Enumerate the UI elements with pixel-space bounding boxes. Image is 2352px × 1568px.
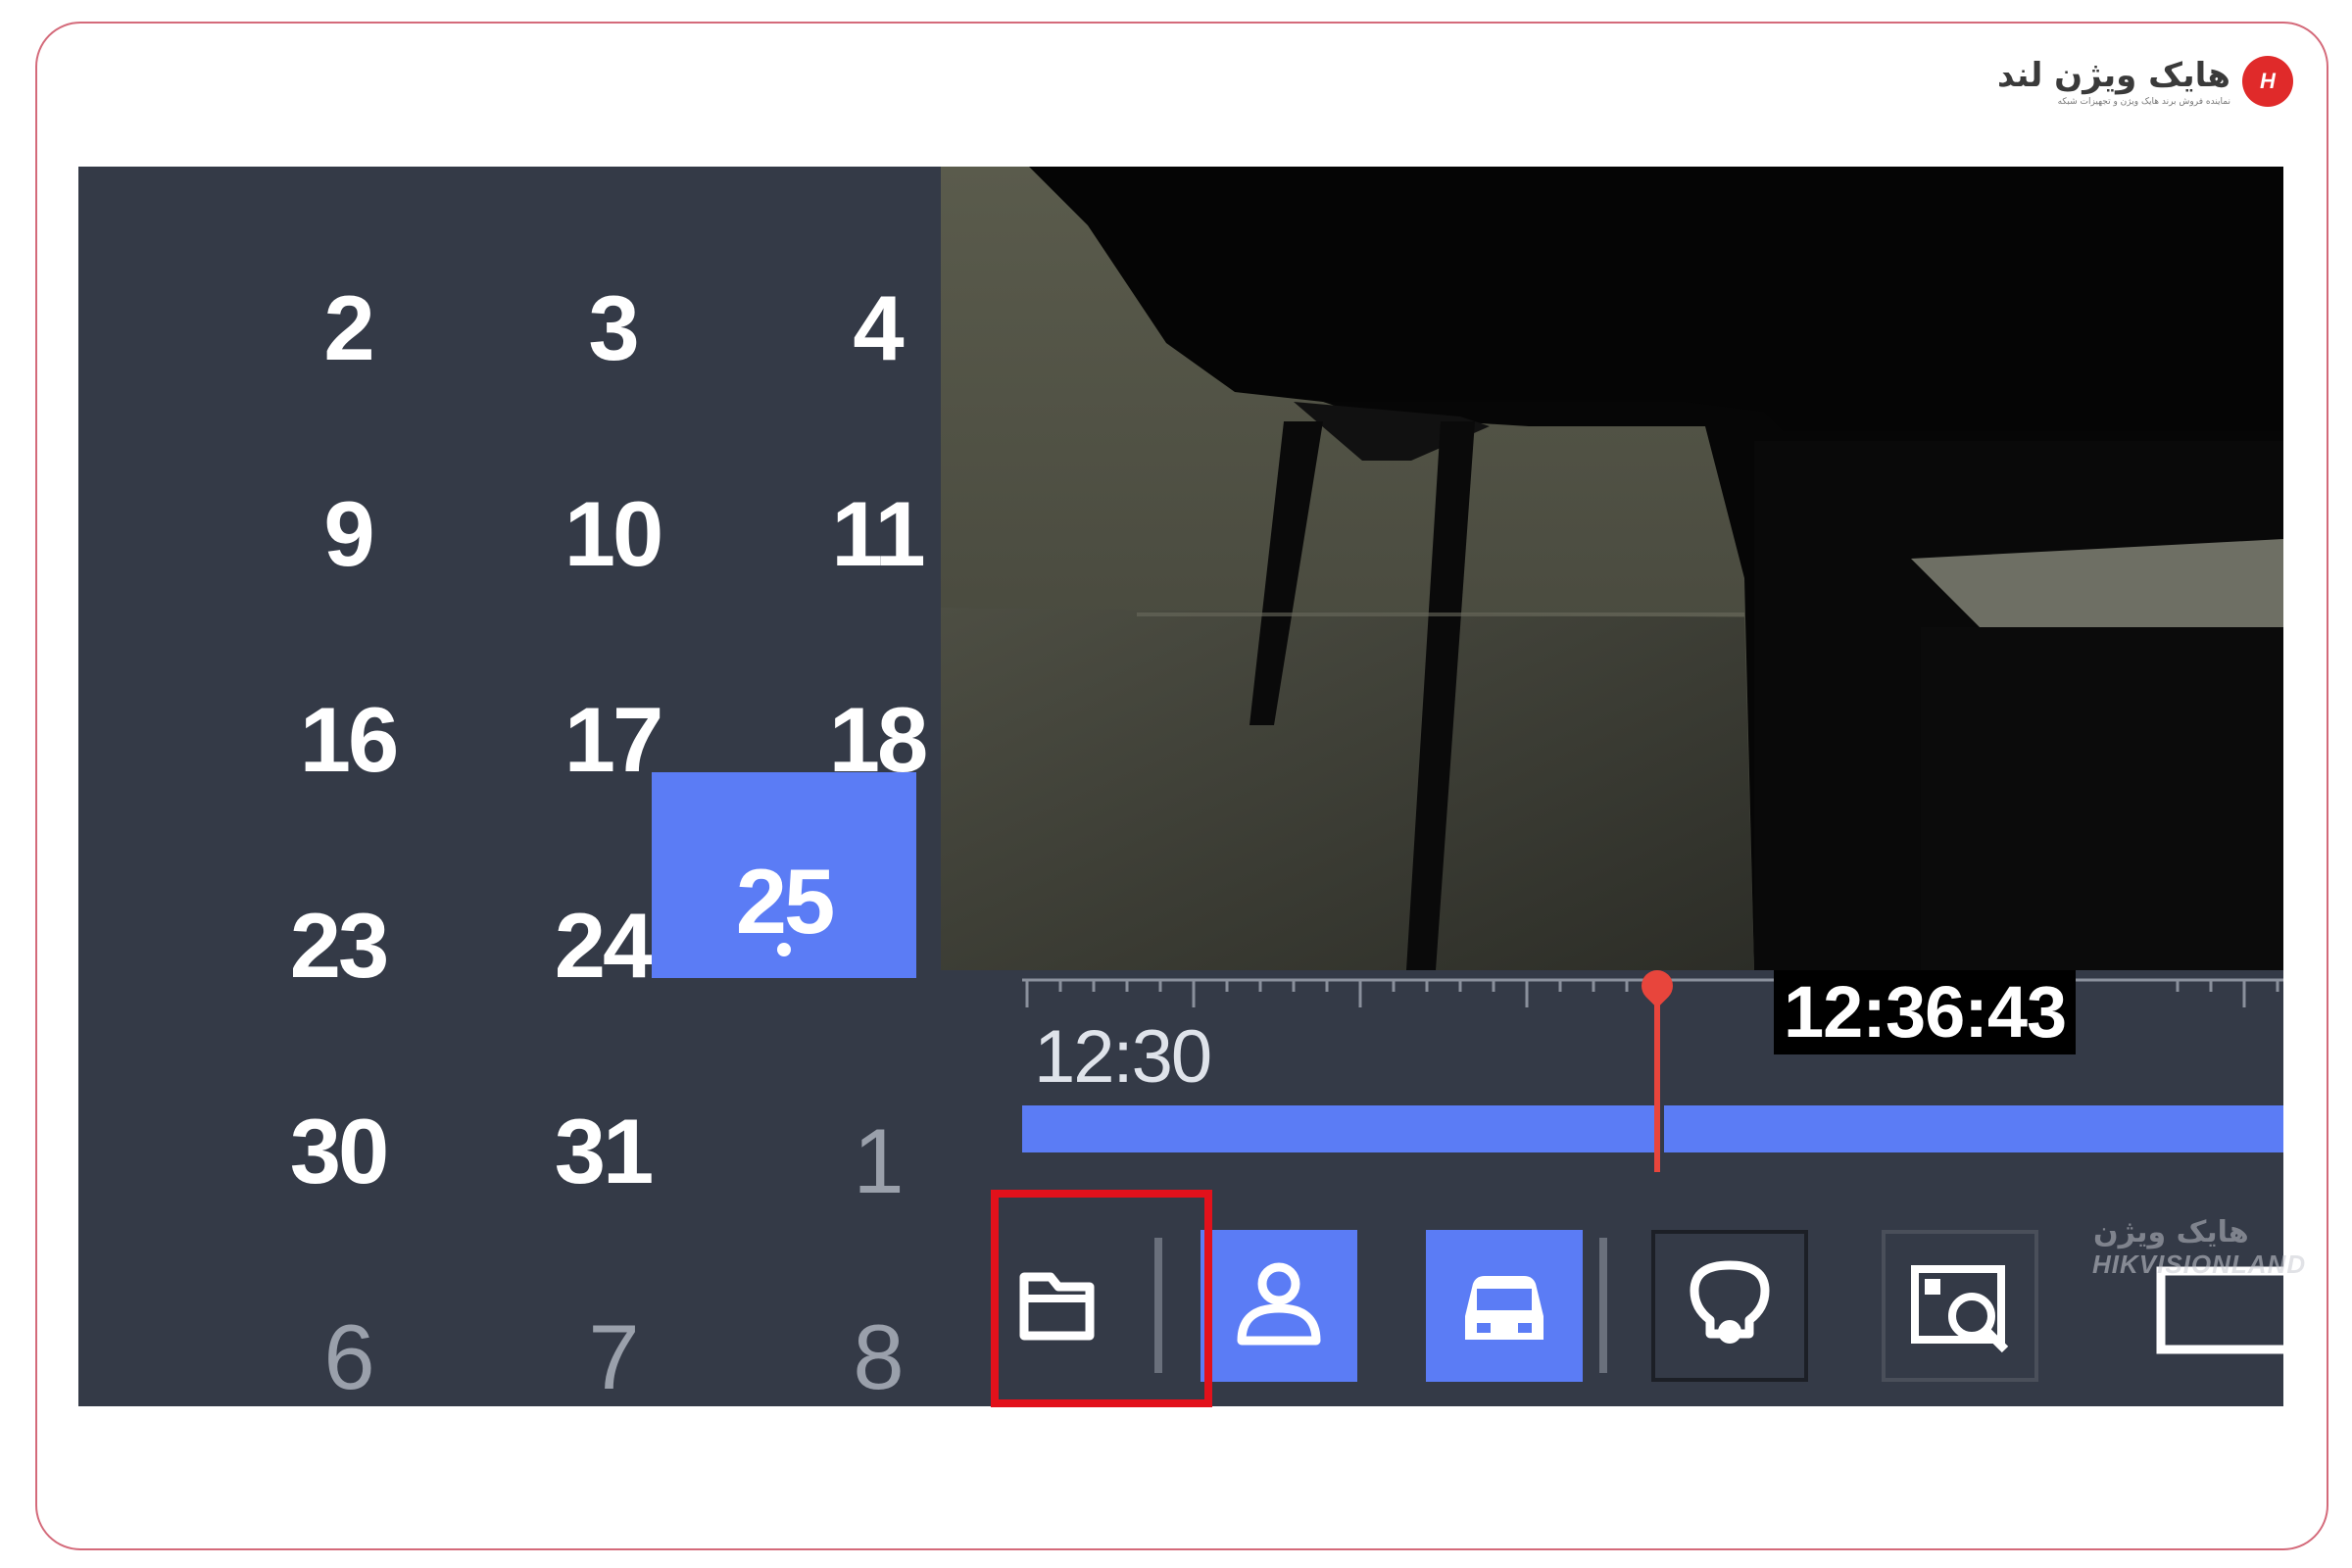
toolbar-separator (1599, 1238, 1607, 1373)
brand-logo: H هایک ویژن لند نماینده فروش برند هایک و… (1997, 54, 2293, 113)
calendar-day[interactable]: 9 (216, 431, 480, 637)
calendar-day[interactable]: 30 (206, 1049, 470, 1254)
playhead[interactable] (1654, 980, 1660, 1172)
calendar-day[interactable]: 16 (216, 637, 480, 843)
calendar-day-selected[interactable]: 25 (652, 772, 916, 978)
brand-logo-tagline: نماینده فروش برند هایک ویژن و تجهیزات شب… (2057, 97, 2230, 107)
calendar-day[interactable]: 2 (216, 225, 480, 431)
calendar-day-next-month[interactable]: 6 (216, 1254, 480, 1406)
playback-timeline[interactable]: 12:30 12:36:43 (941, 963, 2283, 1200)
calendar-grid: 2 3 4 9 10 11 16 17 18 23 24 25 30 31 1 … (78, 167, 931, 1406)
vehicle-filter-button[interactable] (1426, 1230, 1583, 1382)
calendar-day[interactable]: 3 (480, 225, 745, 431)
timeline-start-label: 12:30 (1034, 1015, 1212, 1099)
brand-logo-text: هایک ویژن لند (1997, 56, 2230, 95)
smart-search-button[interactable] (1651, 1230, 1808, 1382)
calendar-day[interactable]: 31 (470, 1049, 735, 1254)
recording-indicator-dot (777, 943, 791, 956)
calendar-day[interactable]: 23 (206, 843, 470, 1049)
image-search-icon (1911, 1265, 2009, 1353)
image-search-button[interactable] (1882, 1230, 2038, 1382)
recording-bar[interactable] (1022, 1105, 2283, 1152)
watermark-persian: هایک ویژن (2093, 1215, 2249, 1250)
watermark: HIKVISIONLAND (2092, 1250, 2307, 1279)
video-playback-view[interactable] (941, 167, 2283, 970)
brand-logo-mark: H (2242, 56, 2293, 107)
person-icon (1237, 1262, 1321, 1346)
calendar-day-next-month[interactable]: 7 (480, 1254, 745, 1406)
current-time-label: 12:36:43 (1774, 970, 2077, 1054)
car-icon (1465, 1276, 1544, 1340)
human-filter-button[interactable] (1200, 1230, 1357, 1382)
camera-frame-image (941, 167, 2283, 970)
folder-button-highlight (991, 1190, 1212, 1407)
lightbulb-icon (1690, 1260, 1770, 1344)
calendar-day[interactable]: 10 (480, 431, 745, 637)
